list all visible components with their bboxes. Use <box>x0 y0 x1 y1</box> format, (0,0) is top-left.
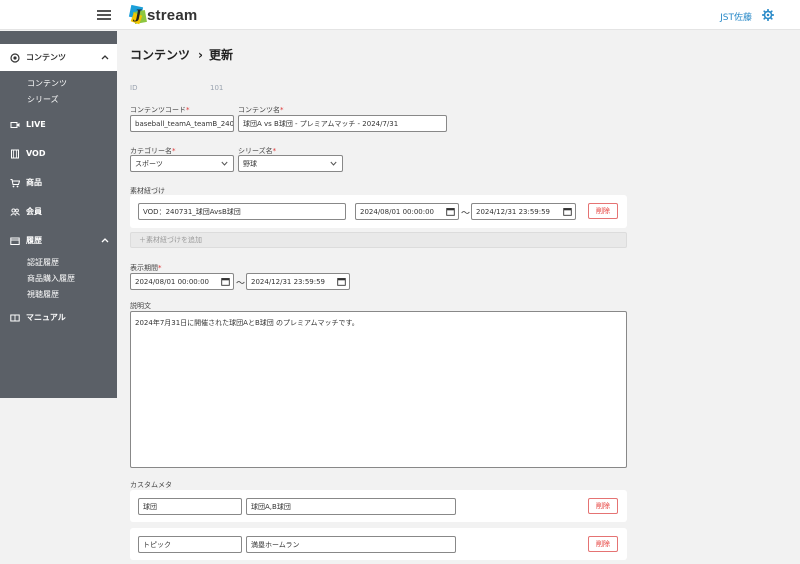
page-title: コンテンツ › 更新 <box>130 46 233 63</box>
sidebar-subitem-view-history[interactable]: 視聴履歴 <box>0 286 117 302</box>
material-input[interactable]: VOD：240731_球団AvsB球団 <box>138 203 346 220</box>
sidebar-subitem-series[interactable]: シリーズ <box>0 91 117 107</box>
content-code-input[interactable]: baseball_teamA_teamB_240731 <box>130 115 234 132</box>
description-textarea[interactable]: 2024年7月31日に開催された球団AとB球団 のプレミアムマッチです。 <box>130 311 627 468</box>
target-icon <box>10 53 20 63</box>
display-end-date-value: 2024/12/31 23:59:59 <box>251 277 326 286</box>
material-card: VOD：240731_球団AvsB球団 2024/08/01 00:00:00 … <box>130 195 627 228</box>
id-value: 101 <box>210 84 224 92</box>
chevron-down-icon <box>221 161 228 166</box>
sidebar-item-label: VOD <box>26 149 46 158</box>
calendar-icon[interactable] <box>446 207 455 216</box>
logo-mark-icon: J <box>128 4 147 25</box>
category-select[interactable]: スポーツ <box>130 155 234 172</box>
book-icon <box>10 314 20 322</box>
chevron-up-icon <box>101 55 109 60</box>
chevron-down-icon <box>330 161 337 166</box>
display-period-label: 表示期間* <box>130 264 162 272</box>
range-tilde: 〜 <box>461 209 471 219</box>
content-code-label: コンテンツコード* <box>130 106 190 114</box>
calendar-icon[interactable] <box>563 207 572 216</box>
display-start-date-value: 2024/08/01 00:00:00 <box>135 277 210 286</box>
users-icon <box>10 208 20 216</box>
series-select[interactable]: 野球 <box>238 155 343 172</box>
film-icon <box>11 149 19 159</box>
sidebar-subitem-purchase-history[interactable]: 商品購入履歴 <box>0 270 117 286</box>
custom-meta-row: 球団 球団A,B球団 削除 <box>130 490 627 522</box>
jstream-logo[interactable]: J stream <box>128 4 198 26</box>
meta-value-input[interactable]: 満塁ホームラン <box>246 536 456 553</box>
sidebar-item-manual[interactable]: マニュアル <box>0 304 117 331</box>
material-start-date-input[interactable]: 2024/08/01 00:00:00 <box>355 203 459 220</box>
custom-meta-row: トピック 満塁ホームラン 削除 <box>130 528 627 560</box>
id-label: ID <box>130 84 138 92</box>
sidebar-subitem-auth-history[interactable]: 認証履歴 <box>0 254 117 270</box>
video-camera-icon <box>10 122 20 128</box>
add-material-button[interactable]: ＋素材紐づけを追加 <box>130 232 627 248</box>
top-header: J stream JST佐藤 <box>0 0 800 30</box>
delete-material-button[interactable]: 削除 <box>588 203 618 219</box>
content-name-label: コンテンツ名* <box>238 106 284 114</box>
chevron-up-icon <box>101 238 109 243</box>
calendar-icon[interactable] <box>221 277 230 286</box>
sidebar-item-products[interactable]: 商品 <box>0 169 117 196</box>
sidebar-item-label: コンテンツ <box>26 53 66 62</box>
delete-meta-button[interactable]: 削除 <box>588 498 618 514</box>
sidebar: コンテンツ コンテンツ シリーズ LIVE VOD 商品 会員 履歴 認証履歴 … <box>0 31 117 398</box>
meta-key-input[interactable]: トピック <box>138 536 242 553</box>
cart-icon <box>10 179 20 188</box>
hamburger-menu-icon[interactable] <box>97 10 111 20</box>
sidebar-item-label: LIVE <box>26 120 46 129</box>
delete-meta-button[interactable]: 削除 <box>588 536 618 552</box>
series-selected-value: 野球 <box>243 159 257 168</box>
sidebar-item-label: 会員 <box>26 207 42 216</box>
description-label: 説明文 <box>130 302 151 310</box>
sidebar-item-label: 商品 <box>26 178 42 187</box>
sidebar-subitem-contents[interactable]: コンテンツ <box>0 75 117 91</box>
breadcrumb-parent[interactable]: コンテンツ <box>130 46 190 63</box>
card-icon <box>10 237 20 245</box>
sidebar-item-history[interactable]: 履歴 <box>0 227 117 254</box>
sidebar-item-members[interactable]: 会員 <box>0 198 117 225</box>
category-selected-value: スポーツ <box>135 159 163 168</box>
custom-meta-label: カスタムメタ <box>130 481 172 489</box>
display-start-date-input[interactable]: 2024/08/01 00:00:00 <box>130 273 234 290</box>
material-end-date-value: 2024/12/31 23:59:59 <box>476 207 551 216</box>
user-name-link[interactable]: JST佐藤 <box>720 10 752 23</box>
breadcrumb-separator: › <box>198 47 203 62</box>
sidebar-item-vod[interactable]: VOD <box>0 140 117 167</box>
material-end-date-input[interactable]: 2024/12/31 23:59:59 <box>471 203 576 220</box>
logo-text: stream <box>147 6 198 24</box>
sidebar-item-label: マニュアル <box>26 313 66 322</box>
sidebar-item-contents[interactable]: コンテンツ <box>0 44 117 71</box>
sidebar-item-label: 履歴 <box>26 236 42 245</box>
material-start-date-value: 2024/08/01 00:00:00 <box>360 207 435 216</box>
display-end-date-input[interactable]: 2024/12/31 23:59:59 <box>246 273 350 290</box>
meta-value-input[interactable]: 球団A,B球団 <box>246 498 456 515</box>
gear-icon[interactable] <box>762 9 774 21</box>
calendar-icon[interactable] <box>337 277 346 286</box>
content-name-input[interactable]: 球団A vs B球団 - プレミアムマッチ - 2024/7/31 <box>238 115 447 132</box>
meta-key-input[interactable]: 球団 <box>138 498 242 515</box>
breadcrumb-current: 更新 <box>208 48 233 62</box>
range-tilde: 〜 <box>236 279 246 289</box>
sidebar-item-live[interactable]: LIVE <box>0 111 117 138</box>
